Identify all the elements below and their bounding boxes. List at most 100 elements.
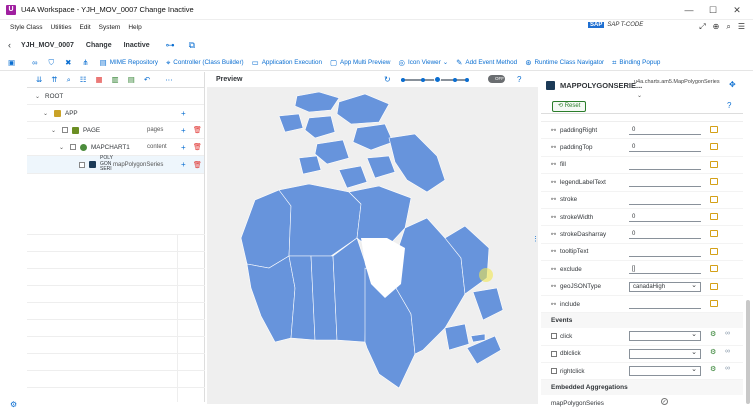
find-icon[interactable]: ⌕: [67, 75, 71, 85]
mime-repository-button[interactable]: ▤ MIME Repository: [100, 58, 158, 67]
folder-icon[interactable]: [710, 230, 718, 238]
binding-popup-button[interactable]: ⌗ Binding Popup: [612, 58, 660, 68]
folder-icon[interactable]: [710, 299, 718, 307]
chevron-down-icon[interactable]: ⌄: [43, 110, 48, 117]
layout-icon[interactable]: ▣: [8, 58, 18, 67]
minimize-icon[interactable]: —: [677, 3, 701, 17]
gear-icon[interactable]: ⚙: [710, 330, 716, 338]
preview-toggle[interactable]: OFF: [488, 75, 505, 83]
splitter-handle-right[interactable]: ⋮: [532, 235, 539, 243]
attribute-select[interactable]: canadaHigh: [629, 281, 701, 292]
help-icon[interactable]: ?: [727, 101, 731, 110]
close-icon[interactable]: ✕: [725, 3, 749, 17]
attribute-input[interactable]: 0: [629, 142, 701, 153]
tree-row-root[interactable]: ⌄ ROOT: [27, 88, 204, 105]
menu-style-class[interactable]: Style Class: [10, 24, 43, 31]
tcode-input[interactable]: SAP T-CODE: [607, 22, 643, 28]
attribute-scrollbar[interactable]: [746, 300, 750, 404]
folder-icon[interactable]: [710, 178, 718, 186]
event-method-select[interactable]: [629, 330, 701, 342]
chevron-down-icon[interactable]: ⌄: [35, 93, 40, 100]
list-icon[interactable]: ☷: [80, 75, 87, 84]
link-icon[interactable]: ∞: [725, 330, 730, 337]
tree-checkbox[interactable]: [62, 127, 69, 133]
expand-icon[interactable]: ⤢: [699, 22, 705, 32]
app-multi-preview-button[interactable]: ▢ App Multi Preview: [330, 58, 391, 67]
attribute-input[interactable]: 0: [629, 125, 701, 135]
runtime-class-navigator-button[interactable]: ⊛ Runtime Class Navigator: [525, 58, 604, 67]
attribute-input[interactable]: 0: [629, 212, 701, 222]
folder-icon[interactable]: [710, 212, 718, 220]
menu-edit[interactable]: Edit: [79, 24, 90, 31]
paste-icon[interactable]: ▤: [128, 75, 135, 84]
tree-row-mapchart[interactable]: ⌄ MAPCHART1 content + 🗑: [27, 139, 204, 156]
add-child-icon[interactable]: +: [181, 143, 186, 152]
zoom-in-icon[interactable]: ⊕: [713, 22, 720, 32]
external-link-icon[interactable]: ⧉: [189, 40, 195, 51]
gear-icon[interactable]: ⚙: [710, 365, 716, 373]
slider-handle[interactable]: [434, 76, 441, 83]
menu-utilities[interactable]: Utilities: [51, 24, 72, 31]
settings-icon[interactable]: ⚙: [10, 400, 17, 409]
reset-button[interactable]: ⟲ Reset: [552, 101, 587, 112]
add-event-method-button[interactable]: ✎ Add Event Method: [456, 58, 517, 67]
menu-help[interactable]: Help: [128, 24, 141, 31]
folder-icon[interactable]: [710, 265, 718, 273]
aggregation-row[interactable]: mapPolygonSeries ✓: [541, 395, 743, 412]
folder-icon[interactable]: [710, 195, 718, 203]
collapse-all-icon[interactable]: ⇈: [51, 75, 57, 84]
attribute-input[interactable]: 0: [629, 229, 701, 240]
attribute-input[interactable]: [629, 195, 701, 205]
attribute-input[interactable]: [629, 299, 701, 309]
copy-icon[interactable]: ▥: [112, 75, 119, 84]
tree-icon[interactable]: ⋔: [82, 58, 91, 67]
back-icon[interactable]: ‹: [8, 40, 11, 50]
more-icon[interactable]: ⋯: [165, 75, 173, 84]
folder-icon[interactable]: [710, 126, 718, 133]
chevron-down-icon[interactable]: ⌄: [59, 144, 64, 151]
add-child-icon[interactable]: +: [181, 160, 186, 169]
refresh-icon[interactable]: ↻: [384, 75, 391, 84]
expand-all-icon[interactable]: ⇊: [36, 75, 42, 84]
gear-icon[interactable]: ⚙: [710, 348, 716, 356]
attribute-input[interactable]: [629, 177, 701, 188]
canada-map[interactable]: [239, 88, 507, 404]
tree-row-app[interactable]: ⌄ APP +: [27, 105, 204, 122]
tree-row-polygonseries[interactable]: POLY GON SERI mapPolygonSeries + 🗑: [27, 156, 204, 174]
event-method-select[interactable]: [629, 348, 701, 359]
move-icon[interactable]: ✥: [729, 80, 736, 89]
folder-icon[interactable]: [710, 247, 718, 255]
shuffle-icon[interactable]: ✖: [65, 58, 74, 67]
chevron-down-icon[interactable]: ⌄: [637, 92, 642, 99]
tree-row-page[interactable]: ⌄ PAGE pages + 🗑: [27, 122, 204, 139]
attribute-input[interactable]: [629, 160, 701, 170]
trash-icon[interactable]: 🗑: [193, 126, 202, 134]
menu-system[interactable]: System: [99, 24, 121, 31]
chevron-down-icon[interactable]: ⌄: [51, 127, 56, 134]
shield-icon[interactable]: ⛉: [48, 58, 57, 68]
controller-button[interactable]: ⌖ Controller (Class Builder): [166, 58, 244, 68]
link-icon[interactable]: ∞: [725, 365, 730, 372]
search-icon[interactable]: ⌕: [726, 22, 730, 32]
overflow-icon[interactable]: ☰: [738, 22, 745, 32]
add-child-icon[interactable]: +: [181, 109, 186, 118]
event-method-select[interactable]: [629, 365, 701, 377]
icon-viewer-button[interactable]: ◎ Icon Viewer ⌄: [398, 58, 448, 67]
link-icon[interactable]: ∞: [725, 348, 730, 355]
zoom-slider[interactable]: [401, 76, 469, 83]
trash-icon[interactable]: 🗑: [193, 161, 202, 169]
delete-icon[interactable]: ▦: [96, 75, 103, 84]
folder-icon[interactable]: [710, 282, 718, 290]
maximize-icon[interactable]: ☐: [701, 3, 725, 17]
undo-icon[interactable]: ↶: [144, 75, 150, 84]
attribute-input[interactable]: []: [629, 264, 701, 275]
folder-icon[interactable]: [710, 160, 718, 168]
tree-checkbox[interactable]: [70, 144, 77, 150]
link-icon[interactable]: ∞: [32, 58, 40, 67]
add-child-icon[interactable]: +: [181, 126, 186, 135]
event-checkbox[interactable]: [551, 368, 557, 375]
app-execution-button[interactable]: ▭ Application Execution: [252, 58, 322, 67]
tree-checkbox[interactable]: [79, 161, 85, 168]
event-checkbox[interactable]: [551, 333, 557, 340]
trash-icon[interactable]: 🗑: [193, 143, 202, 151]
